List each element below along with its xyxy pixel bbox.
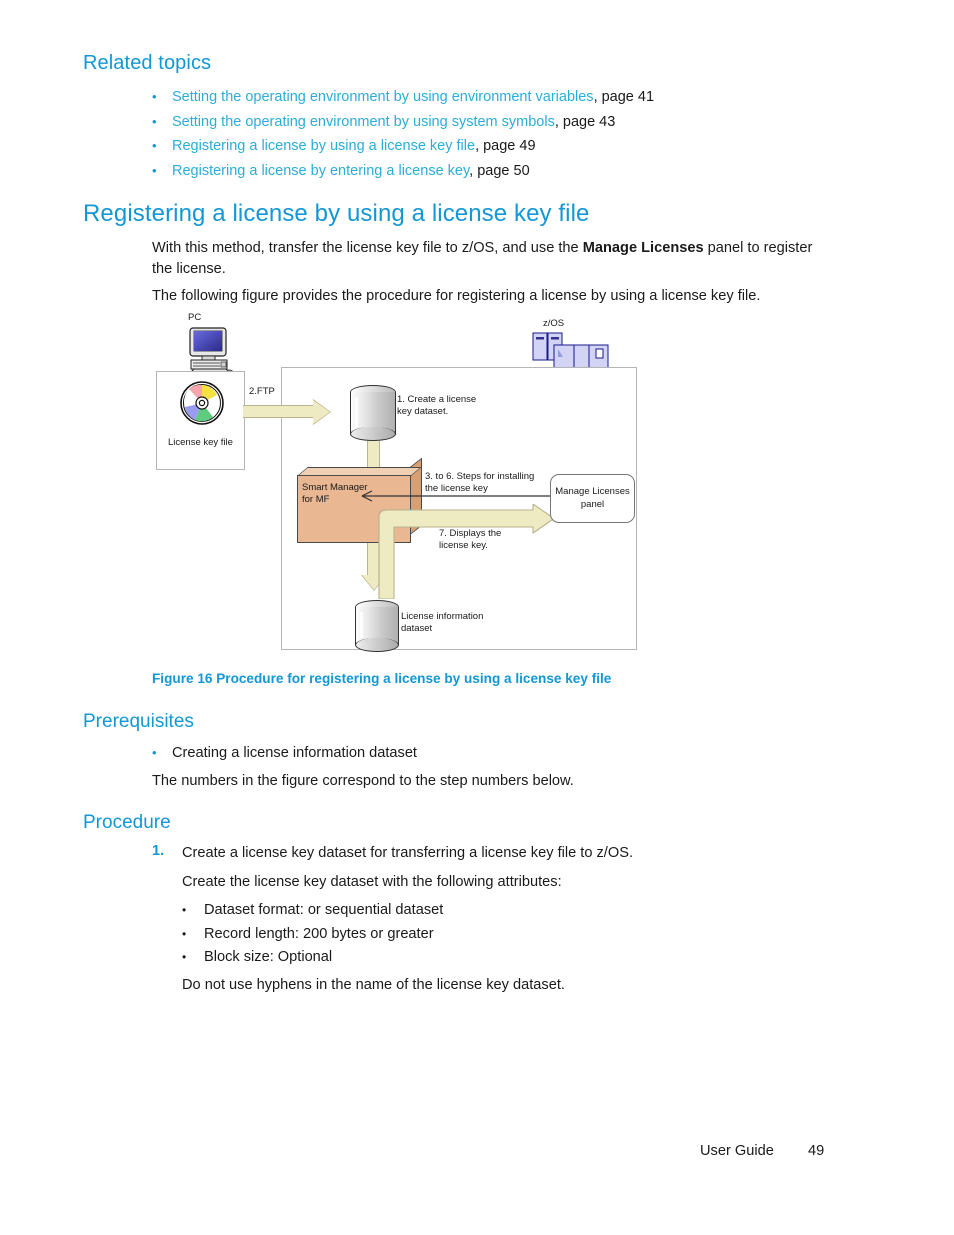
pc-label: PC bbox=[188, 312, 202, 323]
figure-diagram: PC z/OS License key file 2.FTP 1. Create… bbox=[150, 312, 650, 662]
ftp-arrow bbox=[243, 399, 331, 425]
ftp-step-label: 2.FTP bbox=[249, 386, 275, 397]
manage-licenses-panel[interactable]: Manage Licenses panel bbox=[550, 474, 635, 523]
attribute-text: Block size: Optional bbox=[204, 949, 333, 965]
cd-license-key-file-icon bbox=[180, 381, 224, 425]
manage-licenses-emphasis: Manage Licenses bbox=[582, 240, 704, 256]
section-paragraph-2: The following figure provides the proced… bbox=[152, 288, 761, 304]
related-topic-link[interactable]: Registering a license by using a license… bbox=[172, 138, 475, 154]
list-item: • Block size: Optional bbox=[182, 946, 782, 970]
smart-manager-label: Smart Manager for MF bbox=[302, 482, 368, 505]
list-item[interactable]: • Setting the operating environment by u… bbox=[152, 110, 852, 135]
bullet-icon: • bbox=[182, 950, 187, 964]
manage-licenses-panel-label: Manage Licenses panel bbox=[555, 486, 630, 510]
footer-page-number: 49 bbox=[808, 1143, 825, 1159]
procedure-sub-paragraph: Create the license key dataset with the … bbox=[182, 874, 562, 890]
step-number: 1. bbox=[152, 843, 165, 859]
bullet-icon: • bbox=[182, 903, 187, 917]
related-topics-heading: Related topics bbox=[83, 52, 212, 74]
list-item[interactable]: • Setting the operating environment by u… bbox=[152, 85, 852, 110]
related-topic-page: , page 50 bbox=[469, 162, 530, 179]
section-heading: Registering a license by using a license… bbox=[83, 200, 590, 227]
license-key-dataset-cylinder bbox=[350, 385, 396, 441]
related-topic-link[interactable]: Setting the operating environment by usi… bbox=[172, 89, 594, 105]
related-topic-page: , page 41 bbox=[593, 89, 655, 105]
procedure-heading: Procedure bbox=[83, 812, 171, 833]
related-topic-page: , page 49 bbox=[475, 138, 536, 154]
step-1-label: 1. Create a license key dataset. bbox=[397, 394, 477, 417]
attribute-text: Dataset format: or sequential dataset bbox=[204, 902, 444, 918]
prerequisites-list-item: • Creating a license information dataset bbox=[152, 742, 417, 764]
bullet-icon: • bbox=[152, 138, 157, 153]
section-paragraph-1: With this method, transfer the license k… bbox=[152, 238, 834, 280]
steps-3-to-6-label: 3. to 6. Steps for installing the licens… bbox=[425, 471, 535, 494]
attribute-text: Record length: 200 bytes or greater bbox=[204, 925, 434, 942]
bullet-icon: • bbox=[152, 89, 157, 104]
license-information-dataset-label: License information dataset bbox=[401, 611, 484, 634]
procedure-step-1: 1. Create a license key dataset for tran… bbox=[152, 843, 842, 864]
license-key-file-label: License key file bbox=[168, 437, 233, 448]
related-topic-page: , page 43 bbox=[554, 113, 616, 130]
figure-caption: Figure 16 Procedure for registering a li… bbox=[152, 671, 612, 686]
list-item[interactable]: • Registering a license by entering a li… bbox=[152, 159, 852, 184]
prerequisites-heading: Prerequisites bbox=[83, 711, 194, 732]
prerequisites-note: The numbers in the figure correspond to … bbox=[152, 773, 574, 789]
footer-label: User Guide bbox=[700, 1143, 774, 1159]
bullet-icon: • bbox=[152, 745, 157, 760]
related-topics-list: • Setting the operating environment by u… bbox=[152, 85, 852, 183]
list-item: • Record length: 200 bytes or greater bbox=[182, 923, 782, 947]
zos-mainframe-icon bbox=[532, 332, 609, 372]
paragraph-text-a: With this method, transfer the license k… bbox=[152, 240, 583, 256]
document-page: Related topics • Setting the operating e… bbox=[0, 0, 954, 1235]
bullet-icon: • bbox=[152, 113, 157, 129]
license-information-dataset-cylinder bbox=[355, 600, 399, 652]
procedure-attributes-list: • Dataset format: or sequential dataset … bbox=[182, 899, 782, 970]
bullet-icon: • bbox=[182, 926, 187, 941]
list-item: • Dataset format: or sequential dataset bbox=[182, 899, 782, 923]
step-text: Create a license key dataset for transfe… bbox=[182, 845, 633, 861]
related-topic-link[interactable]: Setting the operating environment by usi… bbox=[172, 114, 555, 130]
bullet-icon: • bbox=[152, 162, 157, 178]
procedure-closing-note: Do not use hyphens in the name of the li… bbox=[182, 977, 565, 993]
related-topic-link[interactable]: Registering a license by entering a lice… bbox=[172, 163, 469, 179]
step-7-label: 7. Displays the license key. bbox=[439, 528, 502, 551]
list-item[interactable]: • Registering a license by using a licen… bbox=[152, 134, 852, 159]
zos-label: z/OS bbox=[543, 318, 565, 329]
prerequisites-bullet-text: Creating a license information dataset bbox=[172, 745, 417, 761]
